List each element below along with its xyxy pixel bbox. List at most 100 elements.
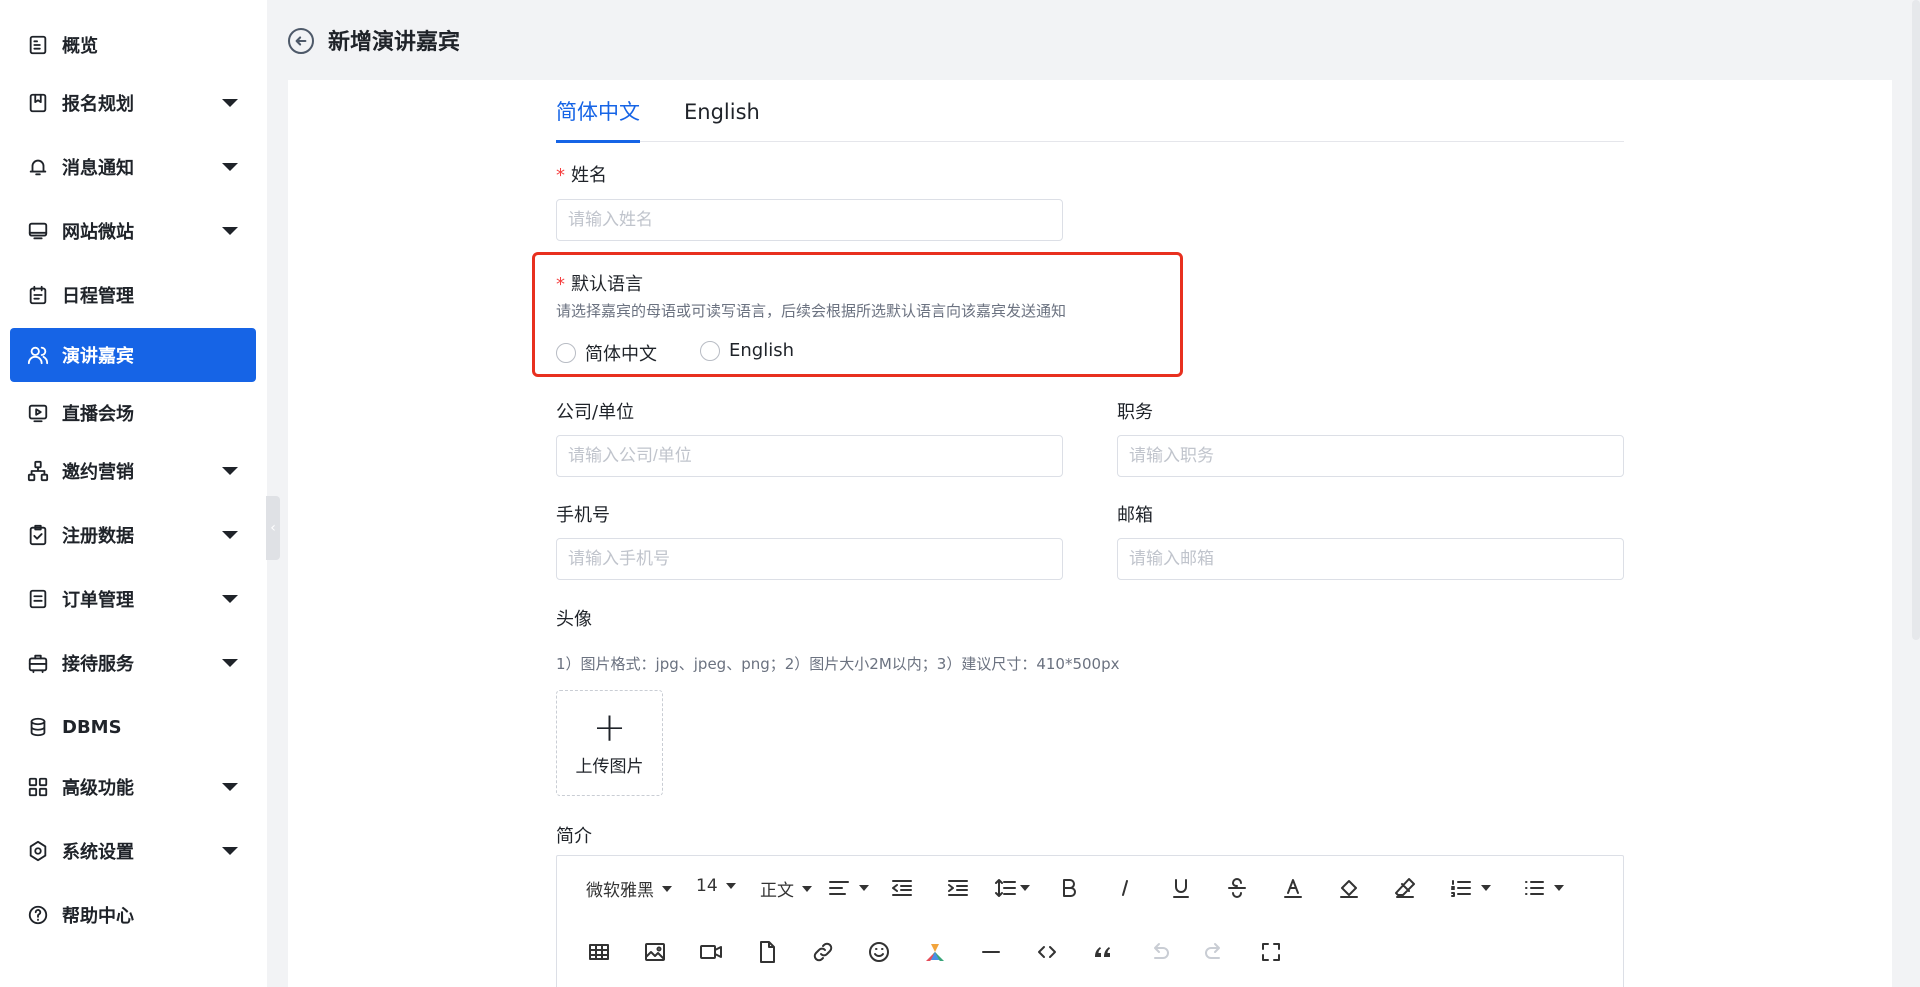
default-language-hint: 请选择嘉宾的母语或可读写语言，后续会根据所选默认语言向该嘉宾发送通知 xyxy=(556,302,1067,320)
sidebar-item-notifications[interactable]: 消息通知 xyxy=(10,140,256,194)
fullscreen-icon xyxy=(1262,943,1280,961)
plugin-logo-icon xyxy=(926,943,944,961)
emoji-button[interactable] xyxy=(867,940,891,964)
link-button[interactable] xyxy=(811,940,835,964)
font-size-select[interactable]: 14 xyxy=(696,876,736,896)
language-radio-zh[interactable]: 简体中文 xyxy=(556,340,657,366)
paragraph-select[interactable]: 正文 xyxy=(760,876,812,901)
position-input[interactable] xyxy=(1117,435,1624,477)
tab-english[interactable]: English xyxy=(684,96,760,142)
chevron-down-icon[interactable] xyxy=(222,227,238,235)
rich-text-editor[interactable]: 微软雅黑 14 正文 xyxy=(556,855,1624,987)
chevron-down-icon[interactable] xyxy=(222,847,238,855)
bold-icon xyxy=(1063,879,1076,897)
ordered-list-button[interactable] xyxy=(1449,876,1491,900)
sidebar-item-help[interactable]: 帮助中心 xyxy=(10,888,256,942)
sidebar-item-label: 注册数据 xyxy=(62,526,134,547)
clear-format-button[interactable] xyxy=(1393,876,1417,900)
video-button[interactable] xyxy=(699,940,723,964)
company-label: 公司/单位 xyxy=(556,402,635,423)
sidebar-item-overview[interactable]: 概览 xyxy=(10,18,256,72)
language-radio-en[interactable]: English xyxy=(700,340,794,361)
caret-down-icon xyxy=(859,885,869,891)
sidebar-item-dbms[interactable]: DBMS xyxy=(10,700,256,754)
chevron-down-icon[interactable] xyxy=(222,783,238,791)
outdent-icon xyxy=(892,880,912,896)
quote-button[interactable] xyxy=(1091,940,1115,964)
undo-button[interactable] xyxy=(1147,940,1171,964)
help-icon xyxy=(26,903,50,927)
arrow-left-icon xyxy=(295,36,307,46)
font-family-select[interactable]: 微软雅黑 xyxy=(586,876,672,901)
bullet-list-icon xyxy=(1525,881,1544,895)
file-button[interactable] xyxy=(755,940,779,964)
plugin-button[interactable] xyxy=(923,940,947,964)
sidebar-item-website[interactable]: 网站微站 xyxy=(10,204,256,258)
required-mark: * xyxy=(556,274,565,295)
chevron-down-icon[interactable] xyxy=(222,163,238,171)
sidebar-item-label: DBMS xyxy=(62,716,122,738)
bell-icon xyxy=(26,155,50,179)
page-scrollbar[interactable] xyxy=(1912,0,1920,640)
radio-label: 简体中文 xyxy=(585,344,657,365)
underline-button[interactable] xyxy=(1169,876,1193,900)
background-color-button[interactable] xyxy=(1337,876,1361,900)
sidebar-item-registration-plan[interactable]: 报名规划 xyxy=(10,76,256,130)
network-icon xyxy=(26,459,50,483)
horizontal-rule-icon xyxy=(982,951,1000,953)
chevron-down-icon[interactable] xyxy=(222,99,238,107)
line-height-icon xyxy=(995,879,1016,897)
align-button[interactable] xyxy=(827,876,869,900)
bullet-list-button[interactable] xyxy=(1522,876,1564,900)
sidebar-item-label: 概览 xyxy=(62,36,98,57)
chevron-down-icon[interactable] xyxy=(222,531,238,539)
intro-label: 简介 xyxy=(556,826,592,847)
monitor-icon xyxy=(26,219,50,243)
order-icon xyxy=(26,587,50,611)
radio-circle[interactable] xyxy=(556,343,576,363)
sidebar-item-system-settings[interactable]: 系统设置 xyxy=(10,824,256,878)
indent-button[interactable] xyxy=(946,876,970,900)
line-height-button[interactable] xyxy=(994,876,1030,900)
company-input[interactable] xyxy=(556,435,1063,477)
chevron-down-icon[interactable] xyxy=(222,595,238,603)
radio-circle[interactable] xyxy=(700,340,720,361)
font-color-button[interactable] xyxy=(1281,876,1305,900)
italic-button[interactable] xyxy=(1113,876,1137,900)
tab-simplified-chinese[interactable]: 简体中文 xyxy=(556,96,640,143)
outdent-button[interactable] xyxy=(890,876,914,900)
chevron-down-icon[interactable] xyxy=(222,659,238,667)
sidebar-item-speakers[interactable]: 演讲嘉宾 xyxy=(10,328,256,382)
upload-image-button[interactable]: + 上传图片 xyxy=(556,690,663,796)
sidebar-item-label: 消息通知 xyxy=(62,158,134,179)
strikethrough-button[interactable] xyxy=(1225,876,1249,900)
sidebar-item-label: 系统设置 xyxy=(62,842,134,863)
overview-icon xyxy=(26,33,50,57)
sidebar-item-invitation-marketing[interactable]: 邀约营销 xyxy=(10,444,256,498)
sidebar-item-advanced[interactable]: 高级功能 xyxy=(10,760,256,814)
name-input[interactable] xyxy=(556,199,1063,241)
fullscreen-button[interactable] xyxy=(1259,940,1283,964)
sidebar-item-live-venue[interactable]: 直播会场 xyxy=(10,386,256,440)
chevron-down-icon[interactable] xyxy=(222,467,238,475)
clipboard-check-icon xyxy=(26,523,50,547)
sidebar-item-label: 接待服务 xyxy=(62,654,134,675)
phone-input[interactable] xyxy=(556,538,1063,580)
sidebar-item-orders[interactable]: 订单管理 xyxy=(10,572,256,626)
image-button[interactable] xyxy=(643,940,667,964)
sidebar-item-reception[interactable]: 接待服务 xyxy=(10,636,256,690)
table-button[interactable] xyxy=(587,940,611,964)
form-card xyxy=(288,80,1892,987)
back-button[interactable] xyxy=(288,28,314,54)
divider-button[interactable] xyxy=(979,940,1003,964)
sidebar-item-registration-data[interactable]: 注册数据 xyxy=(10,508,256,562)
email-input[interactable] xyxy=(1117,538,1624,580)
sidebar-collapse-handle[interactable]: ‹ xyxy=(266,496,280,560)
bold-button[interactable] xyxy=(1057,876,1081,900)
redo-button[interactable] xyxy=(1203,940,1227,964)
caret-down-icon xyxy=(662,885,672,892)
sidebar-item-schedule[interactable]: 日程管理 xyxy=(10,268,256,322)
email-label: 邮箱 xyxy=(1117,505,1153,526)
code-button[interactable] xyxy=(1035,940,1059,964)
underline-icon xyxy=(1173,879,1189,898)
